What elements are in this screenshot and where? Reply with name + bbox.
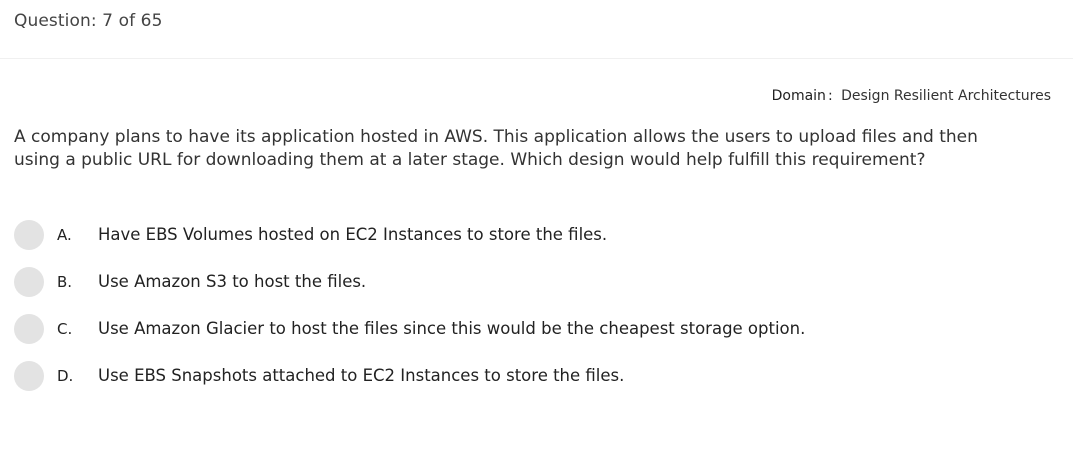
option-d[interactable]: D. Use EBS Snapshots attached to EC2 Ins… <box>14 359 1054 406</box>
radio-button[interactable] <box>14 314 44 344</box>
question-header: Question: 7 of 65 <box>0 0 1073 59</box>
domain-row: Domain: Design Resilient Architectures <box>772 88 1051 104</box>
option-a[interactable]: A. Have EBS Volumes hosted on EC2 Instan… <box>14 218 1054 265</box>
domain-value: Design Resilient Architectures <box>841 88 1051 104</box>
question-text: A company plans to have its application … <box>14 127 978 170</box>
option-letter: B. <box>57 273 73 291</box>
option-c[interactable]: C. Use Amazon Glacier to host the files … <box>14 312 1054 359</box>
option-letter: C. <box>57 320 73 338</box>
option-text[interactable]: Use Amazon S3 to host the files. <box>98 272 366 291</box>
option-text[interactable]: Have EBS Volumes hosted on EC2 Instances… <box>98 225 607 244</box>
question-counter: Question: 7 of 65 <box>14 11 163 31</box>
option-letter: D. <box>57 367 74 385</box>
option-letter: A. <box>57 226 72 244</box>
domain-label: Domain <box>771 88 826 104</box>
radio-button[interactable] <box>14 267 44 297</box>
radio-button[interactable] <box>14 220 44 250</box>
option-text[interactable]: Use Amazon Glacier to host the files sin… <box>98 319 805 338</box>
radio-button[interactable] <box>14 361 44 391</box>
option-text[interactable]: Use EBS Snapshots attached to EC2 Instan… <box>98 366 624 385</box>
answer-options: A. Have EBS Volumes hosted on EC2 Instan… <box>14 218 1054 406</box>
domain-colon: : <box>827 88 833 104</box>
option-b[interactable]: B. Use Amazon S3 to host the files. <box>14 265 1054 312</box>
